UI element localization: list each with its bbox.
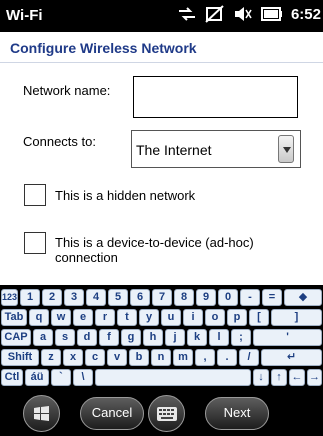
key-shift[interactable]: Shift xyxy=(1,349,39,366)
start-button[interactable] xyxy=(23,395,60,432)
key-c[interactable]: c xyxy=(85,349,105,366)
hidden-network-checkbox[interactable] xyxy=(24,184,46,206)
key-w[interactable]: w xyxy=(51,309,71,326)
status-title: Wi-Fi xyxy=(6,7,43,24)
key-h[interactable]: h xyxy=(143,329,163,346)
network-name-label: Network name: xyxy=(23,83,111,98)
key-intl[interactable]: áü xyxy=(25,369,49,386)
key-t[interactable]: t xyxy=(117,309,137,326)
key-d[interactable]: d xyxy=(77,329,97,346)
key-8[interactable]: 8 xyxy=(174,289,194,306)
key-caps[interactable]: CAP xyxy=(1,329,31,346)
key-k[interactable]: k xyxy=(187,329,207,346)
volume-icon[interactable] xyxy=(233,6,253,22)
key-minus[interactable]: - xyxy=(240,289,260,306)
key-v[interactable]: v xyxy=(107,349,127,366)
key-f[interactable]: f xyxy=(99,329,119,346)
key-comma[interactable]: , xyxy=(195,349,215,366)
key-right-bracket[interactable]: ] xyxy=(271,309,322,326)
adhoc-label-line1: This is a device-to-device (ad-hoc) xyxy=(55,235,254,250)
key-p[interactable]: p xyxy=(227,309,247,326)
key-u[interactable]: u xyxy=(161,309,181,326)
adhoc-label-line2: connection xyxy=(55,250,118,265)
key-0[interactable]: 0 xyxy=(218,289,238,306)
key-equals[interactable]: = xyxy=(262,289,282,306)
key-i[interactable]: i xyxy=(183,309,203,326)
key-m[interactable]: m xyxy=(173,349,193,366)
key-q[interactable]: q xyxy=(29,309,49,326)
key-y[interactable]: y xyxy=(139,309,159,326)
key-space[interactable] xyxy=(95,369,251,386)
status-bar: Wi-Fi 6:52 xyxy=(0,0,323,32)
key-right[interactable]: → xyxy=(307,369,322,386)
key-up[interactable]: ↑ xyxy=(271,369,287,386)
key-n[interactable]: n xyxy=(151,349,171,366)
key-a[interactable]: a xyxy=(33,329,53,346)
keyboard-icon xyxy=(156,406,177,421)
key-3[interactable]: 3 xyxy=(64,289,84,306)
connects-to-label: Connects to: xyxy=(23,134,96,149)
key-l[interactable]: l xyxy=(209,329,229,346)
key-j[interactable]: j xyxy=(165,329,185,346)
key-5[interactable]: 5 xyxy=(108,289,128,306)
key-e[interactable]: e xyxy=(73,309,93,326)
key-down[interactable]: ↓ xyxy=(253,369,269,386)
adhoc-checkbox[interactable] xyxy=(24,232,46,254)
key-9[interactable]: 9 xyxy=(196,289,216,306)
key-left[interactable]: ← xyxy=(289,369,305,386)
page-title: Configure Wireless Network xyxy=(10,40,197,56)
hidden-network-label: This is a hidden network xyxy=(55,188,196,203)
key-6[interactable]: 6 xyxy=(130,289,150,306)
status-icons: 6:52 xyxy=(177,5,321,23)
cancel-button[interactable]: Cancel xyxy=(80,397,144,430)
key-r[interactable]: r xyxy=(95,309,115,326)
key-2[interactable]: 2 xyxy=(42,289,62,306)
key-o[interactable]: o xyxy=(205,309,225,326)
network-name-input[interactable] xyxy=(133,76,298,118)
key-period[interactable]: . xyxy=(217,349,237,366)
key-s[interactable]: s xyxy=(55,329,75,346)
keyboard-toggle-button[interactable] xyxy=(148,395,185,432)
dropdown-button[interactable] xyxy=(278,135,294,163)
key-g[interactable]: g xyxy=(121,329,141,346)
wifi-config-form: Network name: Connects to: The Internet … xyxy=(0,63,323,285)
key-x[interactable]: x xyxy=(63,349,83,366)
next-button[interactable]: Next xyxy=(205,397,269,430)
key-z[interactable]: z xyxy=(41,349,61,366)
key-b[interactable]: b xyxy=(129,349,149,366)
windows-icon xyxy=(33,405,49,421)
signal-off-icon[interactable] xyxy=(205,5,225,23)
key-semicolon[interactable]: ; xyxy=(231,329,251,346)
connects-to-select[interactable]: The Internet xyxy=(131,130,301,168)
key-apostrophe[interactable]: ' xyxy=(253,329,322,346)
key-enter[interactable]: ↵ xyxy=(261,349,322,366)
softkey-bar: Cancel Next xyxy=(0,389,323,436)
page-header: Configure Wireless Network xyxy=(0,32,323,63)
key-backtick[interactable]: ` xyxy=(51,369,71,386)
key-backspace[interactable]: ◆ xyxy=(284,289,322,306)
key-tab[interactable]: Tab xyxy=(1,309,27,326)
key-slash[interactable]: / xyxy=(239,349,259,366)
battery-icon[interactable] xyxy=(260,7,283,21)
key-backslash[interactable]: \ xyxy=(73,369,93,386)
soft-keyboard: 123 1 2 3 4 5 6 7 8 9 0 - = ◆ Tab q w e … xyxy=(0,285,323,389)
connectivity-icon[interactable] xyxy=(177,6,197,22)
connects-to-value: The Internet xyxy=(136,142,212,158)
key-7[interactable]: 7 xyxy=(152,289,172,306)
status-time: 6:52 xyxy=(290,5,321,23)
key-left-bracket[interactable]: [ xyxy=(249,309,269,326)
key-123[interactable]: 123 xyxy=(1,289,18,306)
key-1[interactable]: 1 xyxy=(20,289,40,306)
key-ctrl[interactable]: Ctl xyxy=(1,369,23,386)
key-4[interactable]: 4 xyxy=(86,289,106,306)
